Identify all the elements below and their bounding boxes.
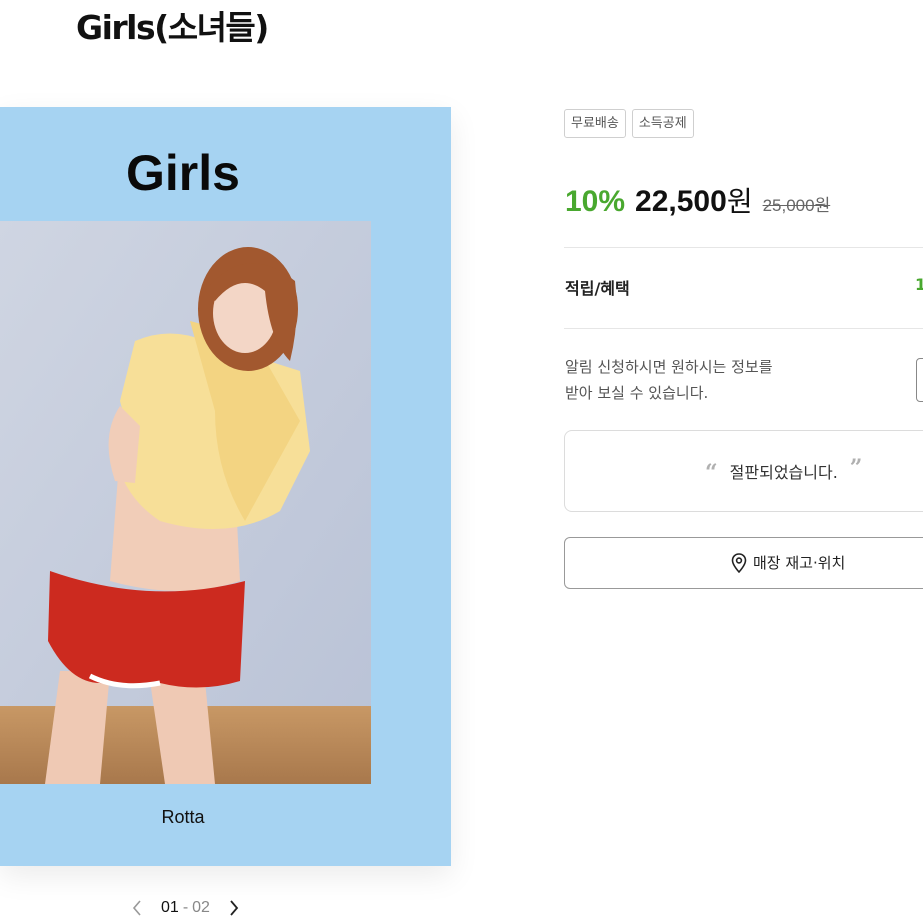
store-stock-label: 매장 재고·위치 xyxy=(753,554,846,572)
product-detail-page: Girls(소녀들) Girls Rotta 01 - 02 무료배송 소득공제… xyxy=(0,0,923,923)
soldout-text: 절판되었습니다. xyxy=(729,463,838,482)
store-stock-button[interactable]: 매장 재고·위치 xyxy=(564,537,923,589)
page-title: Girls(소녀들) xyxy=(76,8,269,47)
gallery-pager: 01 - 02 xyxy=(128,896,243,920)
page-separator: - xyxy=(182,899,189,916)
notify-line: 받아 보실 수 있습니다. xyxy=(565,384,709,402)
benefit-label: 적립/혜택 xyxy=(565,279,630,298)
soldout-notice: “ 절판되었습니다. ” xyxy=(564,430,923,512)
price-row: 10% 22,500 원 25,000원 xyxy=(565,180,830,220)
notify-line: 알림 신청하시면 원하시는 정보를 xyxy=(565,358,773,376)
chevron-left-icon[interactable] xyxy=(128,898,146,918)
badge-tax-deduction: 소득공제 xyxy=(631,109,694,138)
current-page: 01 xyxy=(161,899,179,916)
benefit-value: 1 xyxy=(915,275,923,294)
page-indicator: 01 - 02 xyxy=(161,899,210,917)
notify-button[interactable] xyxy=(916,358,923,402)
open-quote-icon: “ xyxy=(705,460,718,486)
total-pages: 02 xyxy=(192,899,210,916)
notify-description: 알림 신청하시면 원하시는 정보를 받아 보실 수 있습니다. xyxy=(565,354,895,406)
location-pin-icon xyxy=(731,552,747,573)
divider xyxy=(564,328,923,329)
badge-list: 무료배송 소득공제 xyxy=(564,109,694,138)
badge-free-shipping: 무료배송 xyxy=(564,109,626,138)
sale-price: 22,500 xyxy=(635,185,727,218)
close-quote-icon: ” xyxy=(849,455,863,481)
divider xyxy=(564,247,923,248)
soldout-content: “ 절판되었습니다. ” xyxy=(705,455,863,486)
book-cover-image[interactable]: Girls Rotta xyxy=(0,107,451,866)
cover-author: Rotta xyxy=(161,807,205,827)
store-stock-content: 매장 재고·위치 xyxy=(731,552,845,573)
discount-rate: 10% xyxy=(565,185,626,218)
original-price: 25,000원 xyxy=(762,196,831,215)
sale-price-currency: 원 xyxy=(726,185,753,218)
cover-photo xyxy=(0,221,371,784)
chevron-right-icon[interactable] xyxy=(225,898,243,918)
cover-title: Girls xyxy=(126,145,240,201)
